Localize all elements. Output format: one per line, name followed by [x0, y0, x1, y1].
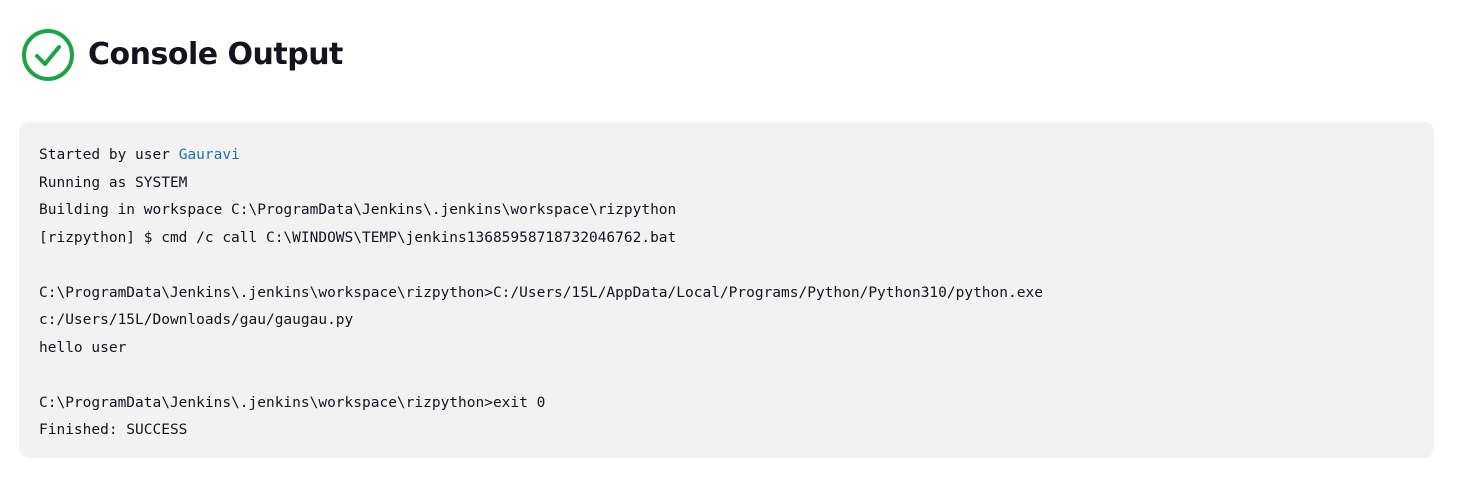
console-line: Building in workspace C:\ProgramData\Jen… — [39, 202, 677, 218]
console-line: c:/Users/15L/Downloads/gau/gaugau.py — [39, 312, 354, 328]
page-title: Console Output — [88, 37, 343, 72]
console-line: Running as SYSTEM — [39, 174, 188, 191]
console-output: Started by user Gauravi Running as SYSTE… — [19, 122, 1434, 458]
console-line-started: Started by user Gauravi — [39, 142, 1414, 170]
check-circle-icon — [22, 29, 74, 81]
page-header: Console Output — [21, 27, 343, 83]
console-line: C:\ProgramData\Jenkins\.jenkins\workspac… — [39, 394, 546, 411]
console-line: C:\ProgramData\Jenkins\.jenkins\workspac… — [39, 284, 1043, 301]
user-link[interactable]: Gauravi — [179, 147, 240, 163]
console-line: [rizpython] $ cmd /c call C:\WINDOWS\TEM… — [39, 229, 677, 246]
started-by-text: Started by user — [39, 147, 179, 163]
console-line: hello user — [39, 339, 127, 356]
console-line: Finished: SUCCESS — [39, 422, 188, 438]
